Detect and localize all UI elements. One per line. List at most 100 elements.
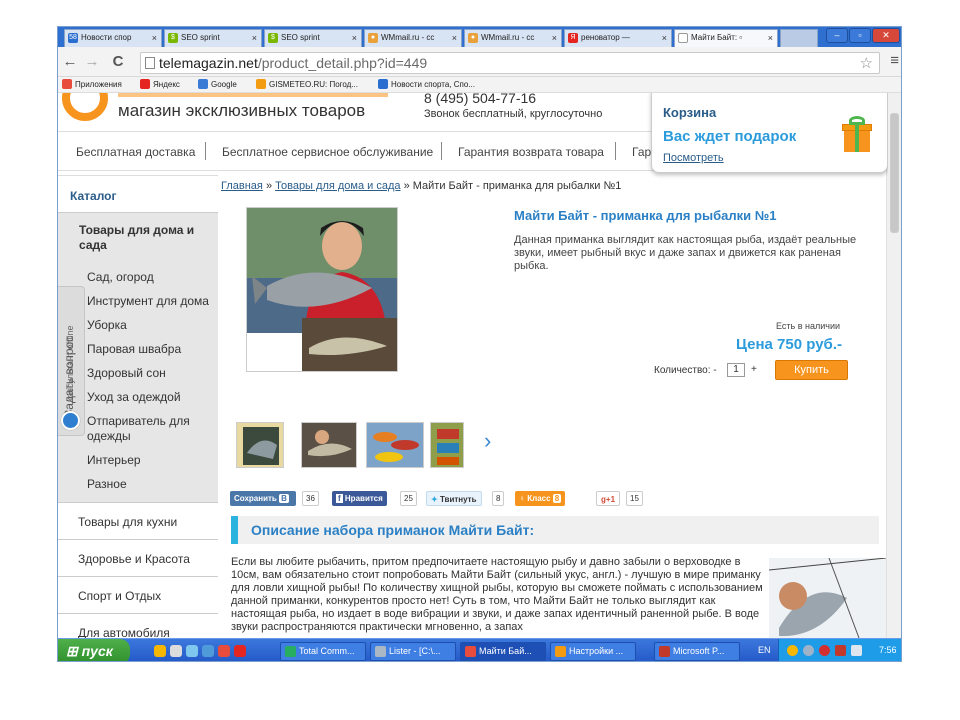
- category-kitchen[interactable]: Товары для кухни: [58, 502, 218, 539]
- product-thumbnail[interactable]: [236, 422, 284, 468]
- cart-popup: Корзина Вас ждет подарок Посмотреть: [651, 93, 888, 173]
- tab-favicon: 58: [68, 33, 78, 43]
- close-window-icon[interactable]: ✕: [872, 28, 900, 43]
- odnoklassniki-button[interactable]: ♀ Класс 8: [515, 491, 566, 506]
- tray-icon[interactable]: [803, 645, 814, 656]
- breadcrumb-category[interactable]: Товары для дома и сада: [275, 180, 400, 192]
- network-icon[interactable]: [851, 645, 862, 656]
- tab-close-icon[interactable]: ×: [768, 30, 773, 46]
- subcategory-item[interactable]: Уборка: [87, 318, 212, 333]
- page-scrollbar[interactable]: [886, 93, 901, 638]
- quantity-plus-button[interactable]: +: [751, 364, 757, 375]
- language-indicator[interactable]: EN: [758, 645, 771, 655]
- tab-close-icon[interactable]: ×: [252, 30, 257, 46]
- product-thumbnail[interactable]: [366, 422, 424, 468]
- tab-close-icon[interactable]: ×: [552, 30, 557, 46]
- tab-2[interactable]: $ SEO sprint ×: [164, 29, 262, 47]
- scrollbar-thumb[interactable]: [890, 113, 899, 233]
- quicklaunch-icon[interactable]: [234, 645, 246, 657]
- maximize-icon[interactable]: ▫: [849, 28, 871, 43]
- tab-active[interactable]: Майти Байт: ▫ ×: [674, 29, 778, 47]
- quicklaunch-icon[interactable]: [154, 645, 166, 657]
- reload-icon[interactable]: C: [110, 53, 126, 70]
- product-main-image[interactable]: [246, 207, 398, 372]
- quicklaunch-icon[interactable]: [170, 645, 182, 657]
- description-image[interactable]: [769, 558, 886, 638]
- address-bar[interactable]: telemagazin.net/product_detail.php?id=44…: [140, 52, 880, 74]
- ask-question-widget[interactable]: Задать вопрос консультант offline: [58, 286, 85, 436]
- nav-return-guarantee[interactable]: Гарантия возврата товара: [458, 145, 604, 159]
- forward-icon[interactable]: →: [84, 53, 100, 70]
- product-thumbnail[interactable]: [430, 422, 464, 468]
- cart-view-link[interactable]: Посмотреть: [663, 152, 724, 164]
- task-app-icon: [375, 646, 386, 657]
- category-auto[interactable]: Для автомобиля: [58, 613, 218, 638]
- nav-guarantee[interactable]: Гар: [632, 145, 651, 159]
- bookmark-star-icon[interactable]: ☆: [860, 54, 873, 72]
- new-tab-button[interactable]: [780, 29, 818, 47]
- product-thumbnail[interactable]: [301, 422, 357, 468]
- quantity-minus-button[interactable]: -: [713, 365, 716, 376]
- quicklaunch-icon[interactable]: [186, 645, 198, 657]
- google-plus-button[interactable]: g+1: [596, 491, 621, 506]
- quantity-input[interactable]: 1: [727, 363, 745, 377]
- tab-3[interactable]: $ SEO sprint ×: [264, 29, 362, 47]
- subcategory-item[interactable]: Здоровый сон: [87, 366, 212, 381]
- tab-1[interactable]: 58 Новости спор ×: [64, 29, 162, 47]
- category-home-garden[interactable]: Товары для дома и сада: [79, 223, 209, 253]
- minimize-icon[interactable]: –: [826, 28, 848, 43]
- quicklaunch-icon[interactable]: [202, 645, 214, 657]
- facebook-like-button[interactable]: f Нравится: [332, 491, 387, 506]
- task-chrome[interactable]: Майти Бай...: [460, 642, 546, 661]
- task-total-commander[interactable]: Total Comm...: [280, 642, 366, 661]
- nav-free-service[interactable]: Бесплатное сервисное обслуживание: [222, 145, 433, 159]
- tab-favicon: $: [168, 33, 178, 43]
- subcategory-item[interactable]: Паровая швабра: [87, 342, 212, 357]
- tab-close-icon[interactable]: ×: [452, 30, 457, 46]
- gismeteo-icon: [256, 79, 266, 89]
- volume-icon[interactable]: [819, 645, 830, 656]
- bookmark-apps[interactable]: Приложения: [62, 79, 122, 89]
- start-button[interactable]: ⊞ пуск: [58, 639, 130, 661]
- nav-free-delivery[interactable]: Бесплатная доставка: [76, 145, 195, 159]
- bookmark-sport-news[interactable]: Новости спорта, Спо...: [378, 79, 475, 89]
- category-label: Товары для кухни: [78, 515, 178, 529]
- task-lister[interactable]: Lister - [C:\...: [370, 642, 456, 661]
- tab-4[interactable]: ● WMmail.ru - сс ×: [364, 29, 462, 47]
- tab-close-icon[interactable]: ×: [152, 30, 157, 46]
- buy-button[interactable]: Купить: [775, 360, 848, 380]
- bookmark-google[interactable]: Google: [198, 79, 237, 89]
- subcategory-item[interactable]: Инструмент для дома: [87, 294, 212, 309]
- category-sport[interactable]: Спорт и Отдых: [58, 576, 218, 613]
- subcategory-item[interactable]: Интерьер: [87, 453, 212, 468]
- quicklaunch-icon[interactable]: [218, 645, 230, 657]
- tray-icon[interactable]: [835, 645, 846, 656]
- task-settings[interactable]: Настройки ...: [550, 642, 636, 661]
- quantity-label-text: Количество:: [654, 365, 711, 376]
- subcategory-item[interactable]: Уход за одеждой: [87, 390, 212, 405]
- task-powerpoint[interactable]: Microsoft P...: [654, 642, 740, 661]
- tab-close-icon[interactable]: ×: [352, 30, 357, 46]
- breadcrumb-home[interactable]: Главная: [221, 180, 263, 192]
- bookmark-gismeteo[interactable]: GISMETEO.RU: Погод...: [256, 79, 358, 89]
- bookmark-yandex[interactable]: Яндекс: [140, 79, 180, 89]
- site-logo[interactable]: [62, 93, 108, 121]
- thumbnails-next-icon[interactable]: ›: [484, 428, 491, 454]
- subcategory-item[interactable]: Сад, огород: [87, 270, 212, 285]
- tab-close-icon[interactable]: ×: [662, 30, 667, 46]
- menu-icon[interactable]: ≡: [890, 52, 899, 69]
- tab-5[interactable]: ● WMmail.ru - сс ×: [464, 29, 562, 47]
- tab-6[interactable]: Яреноватор — ×: [564, 29, 672, 47]
- category-label: Спорт и Отдых: [78, 589, 162, 603]
- cart-title[interactable]: Корзина: [663, 105, 716, 120]
- subcategory-item[interactable]: Отпариватель для одежды: [87, 414, 212, 444]
- vk-save-button[interactable]: Сохранить В: [230, 491, 296, 506]
- breadcrumb-separator: »: [265, 180, 273, 192]
- category-health-beauty[interactable]: Здоровье и Красота: [58, 539, 218, 576]
- tray-icon[interactable]: [787, 645, 798, 656]
- back-icon[interactable]: ←: [62, 53, 78, 70]
- subcategory-item[interactable]: Разное: [87, 477, 212, 492]
- clock[interactable]: 7:56: [879, 645, 897, 655]
- twitter-tweet-button[interactable]: ✦ Твитнуть: [426, 491, 482, 506]
- product-price: Цена 750 руб.-: [736, 336, 842, 353]
